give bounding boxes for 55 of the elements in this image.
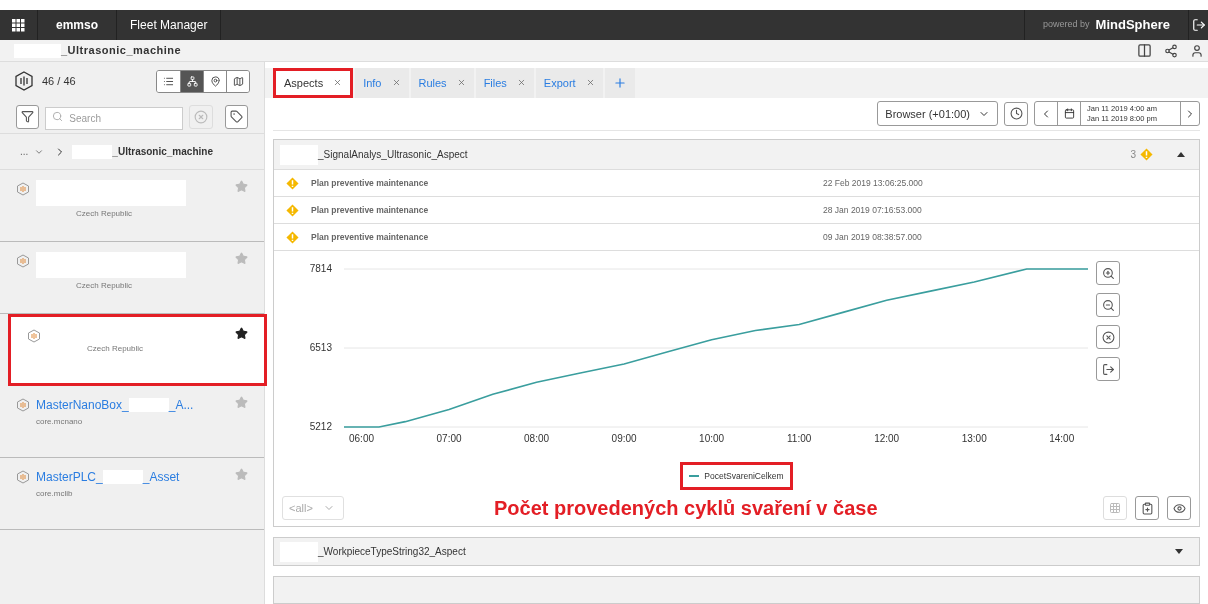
tab[interactable]: Aspects: [273, 68, 354, 98]
aspect-title: _SignalAnalys_Ultrasonic_Aspect: [318, 148, 468, 163]
tab[interactable]: Files: [475, 68, 534, 98]
asset-subtitle: Czech Republic: [76, 280, 133, 292]
asset-name[interactable]: MasterPLC_: [36, 468, 103, 486]
series-filter-select[interactable]: <all>: [282, 496, 344, 521]
tree-root-label: _Ultrasonic_machine: [112, 145, 213, 159]
y-tick-label: 6513: [309, 342, 332, 354]
asset-card[interactable]: Czech Republic: [8, 314, 267, 386]
aspect-title: _WorkpieceTypeString32_Aspect: [318, 545, 466, 560]
brand-name: MindSphere: [1095, 16, 1170, 35]
x-tick-label: 06:00: [349, 433, 374, 445]
chart-legend[interactable]: PocetSvareniCelkem: [680, 462, 793, 491]
event-time: 22 Feb 2019 13:06:25.000: [823, 176, 923, 190]
search-field[interactable]: Search: [45, 107, 184, 130]
asset-name-end[interactable]: _A...: [168, 396, 194, 414]
x-tick-label: 07:00: [436, 433, 462, 445]
powered-by-text: powered by: [1043, 18, 1090, 32]
alert-count: 3: [1130, 148, 1136, 163]
x-tick-label: 12:00: [874, 433, 900, 445]
asset-count: 46 / 46: [42, 73, 76, 89]
event-time: 28 Jan 2019 07:16:53.000: [823, 203, 922, 217]
x-tick-label: 11:00: [787, 433, 812, 445]
asset-name[interactable]: MasterNanoBox_: [36, 396, 129, 414]
asset-subtitle: Czech Republic: [76, 208, 133, 220]
y-tick-label: 5212: [309, 421, 332, 433]
y-tick-label: 7814: [309, 263, 332, 275]
tab[interactable]: Rules: [410, 68, 474, 98]
asset-subtitle: core.mcnano: [36, 416, 83, 428]
x-tick-label: 10:00: [699, 433, 725, 445]
event-row[interactable]: Plan preventive maintenance 28 Jan 2019 07:16:53.000: [274, 197, 1199, 225]
event-row[interactable]: Plan preventive maintenance 22 Feb 2019 13:06:25.000: [274, 170, 1199, 198]
tab[interactable]: Export: [535, 68, 603, 98]
x-tick-label: 13:00: [961, 433, 987, 445]
tree-ellipsis[interactable]: ...: [20, 144, 29, 159]
asset-card[interactable]: MasterPLC_ _Asset core.mclib: [0, 458, 264, 530]
timezone-select[interactable]: Browser (+01:00): [877, 101, 998, 127]
tab[interactable]: Info: [355, 68, 409, 98]
breadcrumb: _Ultrasonic_machine: [61, 43, 182, 59]
chart-caption: Počet provedených cyklů svaření v čase: [494, 496, 878, 522]
x-tick-label: 09:00: [611, 433, 637, 445]
x-tick-label: 14:00: [1049, 433, 1075, 445]
legend-label: PocetSvareniCelkem: [704, 469, 784, 483]
asset-card[interactable]: Czech Republic: [0, 170, 264, 242]
asset-name-end[interactable]: _Asset: [142, 468, 180, 486]
event-row[interactable]: Plan preventive maintenance 09 Jan 2019 08:38:57.000: [274, 224, 1199, 252]
asset-subtitle: Czech Republic: [87, 343, 144, 355]
asset-subtitle: core.mclib: [36, 488, 73, 500]
x-tick-label: 08:00: [524, 433, 550, 445]
event-time: 09 Jan 2019 08:38:57.000: [823, 230, 922, 244]
event-text: Plan preventive maintenance: [311, 203, 430, 217]
event-text: Plan preventive maintenance: [311, 176, 430, 190]
asset-card[interactable]: Czech Republic: [0, 242, 264, 314]
asset-card[interactable]: MasterNanoBox_ _A... core.mcnano: [0, 386, 264, 458]
event-text: Plan preventive maintenance: [311, 230, 430, 244]
